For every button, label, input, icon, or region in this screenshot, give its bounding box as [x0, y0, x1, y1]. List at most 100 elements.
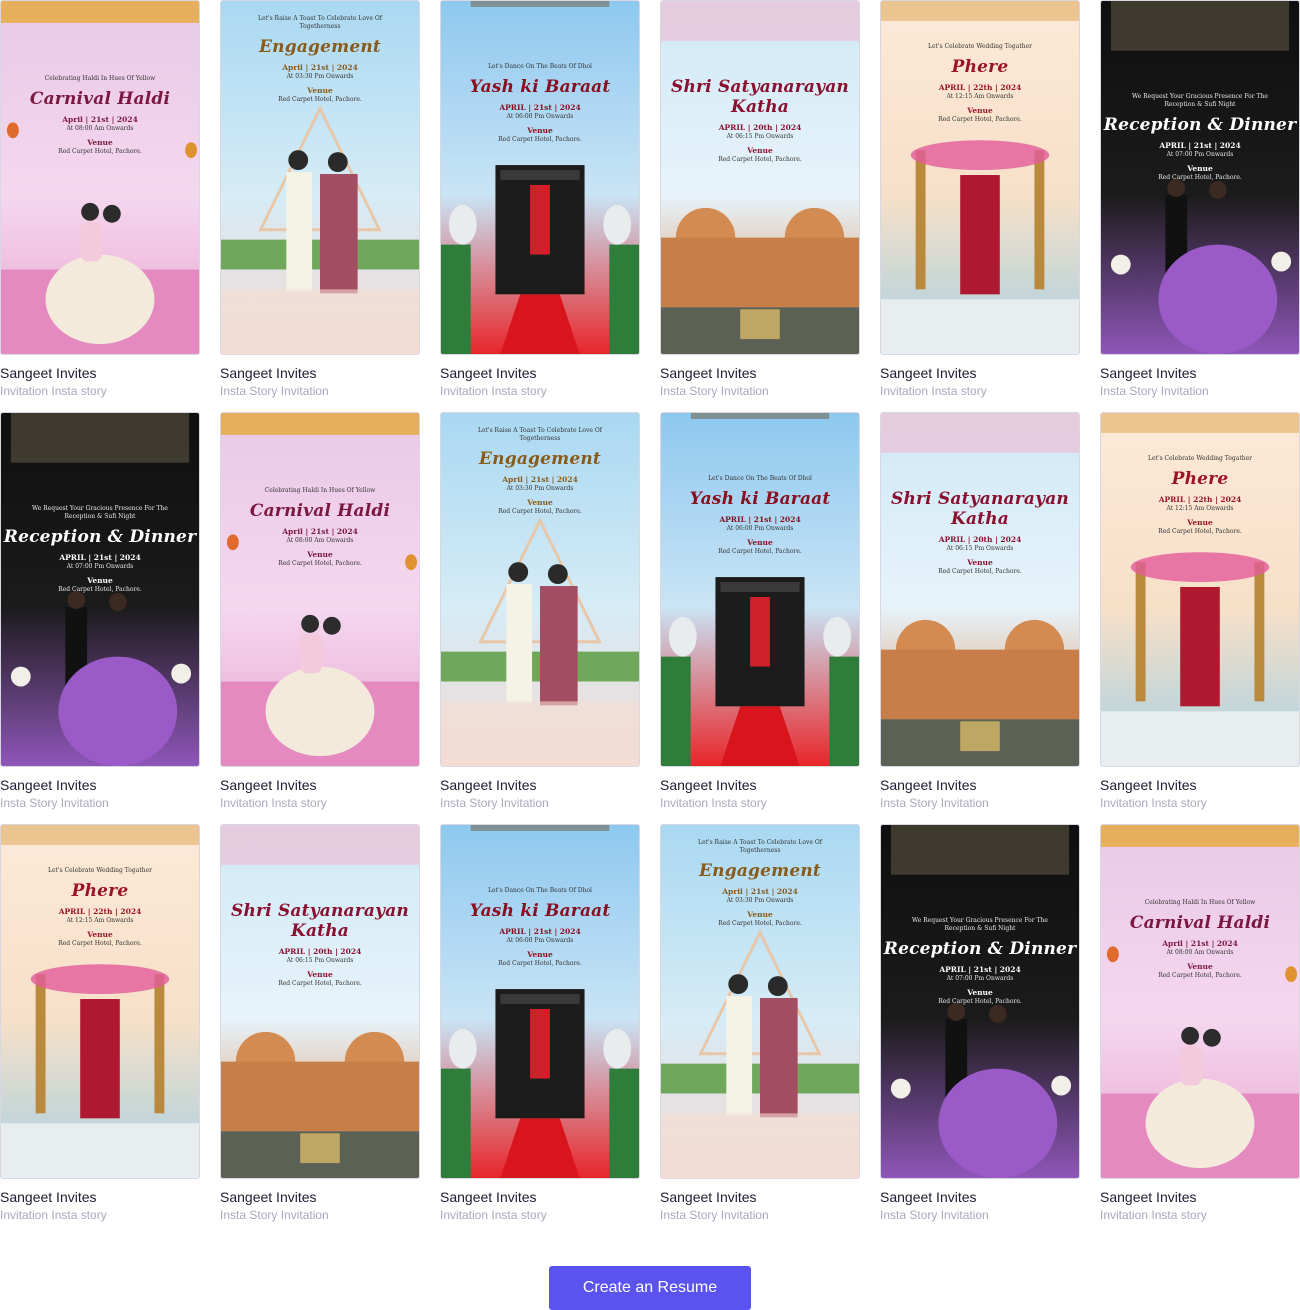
template-card[interactable]: Let's Celebrate Wedding Togather Phere A…: [0, 824, 200, 1222]
template-card[interactable]: Celebrating Haldi In Hues Of Yellow Carn…: [0, 0, 200, 398]
template-card[interactable]: Celebrating Haldi In Hues Of Yellow Carn…: [1100, 824, 1300, 1222]
invitation-time: At 12:15 Am Onwards: [66, 917, 134, 924]
card-title[interactable]: Sangeet Invites: [880, 777, 1080, 793]
invitation-date: April | 21st | 2024: [282, 63, 358, 72]
card-title[interactable]: Sangeet Invites: [1100, 777, 1300, 793]
card-title[interactable]: Sangeet Invites: [220, 1189, 420, 1205]
invitation-address: Red Carpet Hotel, Pachore.: [1158, 174, 1242, 181]
invitation-title: Yash ki Baraat: [689, 489, 831, 509]
invitation-text: We Request Your Gracious Presence For Th…: [881, 917, 1079, 1005]
invitation-text: We Request Your Gracious Presence For Th…: [1, 505, 199, 593]
invitation-time: At 03:30 Pm Onwards: [506, 485, 574, 492]
template-card[interactable]: Shri Satyanarayan Katha APRIL | 20th | 2…: [220, 824, 420, 1222]
card-subtitle: Invitation Insta story: [660, 796, 767, 810]
invitation-text: Let's Celebrate Wedding Togather Phere A…: [1101, 455, 1299, 535]
template-thumbnail[interactable]: Let's Celebrate Wedding Togather Phere A…: [880, 0, 1080, 355]
template-thumbnail[interactable]: Shri Satyanarayan Katha APRIL | 20th | 2…: [660, 0, 860, 355]
template-card[interactable]: Let's Dance On The Beats Of Dhol Yash ki…: [440, 824, 640, 1222]
card-subtitle: Invitation Insta story: [1100, 1208, 1207, 1222]
card-subtitle: Invitation Insta story: [1100, 796, 1207, 810]
invitation-address: Red Carpet Hotel, Pachore.: [718, 548, 802, 555]
card-title[interactable]: Sangeet Invites: [880, 1189, 1080, 1205]
invitation-intro: We Request Your Gracious Presence For Th…: [912, 917, 1048, 932]
invitation-date: April | 21st | 2024: [282, 527, 358, 536]
invitation-address: Red Carpet Hotel, Pachore.: [498, 136, 582, 143]
template-card[interactable]: Let's Celebrate Wedding Togather Phere A…: [880, 0, 1080, 398]
invitation-time: At 06:15 Pm Onwards: [946, 545, 1014, 552]
template-card[interactable]: We Request Your Gracious Presence For Th…: [880, 824, 1080, 1222]
template-card[interactable]: Let's Dance On The Beats Of Dhol Yash ki…: [440, 0, 640, 398]
card-title[interactable]: Sangeet Invites: [0, 777, 200, 793]
template-thumbnail[interactable]: Celebrating Haldi In Hues Of Yellow Carn…: [1100, 824, 1300, 1179]
card-title[interactable]: Sangeet Invites: [440, 365, 640, 381]
invitation-time: At 07:00 Pm Onwards: [66, 563, 134, 570]
invitation-venue-label: Venue: [967, 558, 993, 567]
template-card[interactable]: We Request Your Gracious Presence For Th…: [0, 412, 200, 810]
card-title[interactable]: Sangeet Invites: [1100, 365, 1300, 381]
invitation-text: Shri Satyanarayan Katha APRIL | 20th | 2…: [661, 71, 859, 163]
template-thumbnail[interactable]: Let's Dance On The Beats Of Dhol Yash ki…: [440, 824, 640, 1179]
template-card[interactable]: We Request Your Gracious Presence For Th…: [1100, 0, 1300, 398]
card-subtitle: Invitation Insta story: [0, 384, 107, 398]
card-title[interactable]: Sangeet Invites: [1100, 1189, 1300, 1205]
template-thumbnail[interactable]: We Request Your Gracious Presence For Th…: [0, 412, 200, 767]
invitation-venue-label: Venue: [307, 970, 333, 979]
card-title[interactable]: Sangeet Invites: [0, 365, 200, 381]
template-thumbnail[interactable]: We Request Your Gracious Presence For Th…: [1100, 0, 1300, 355]
invitation-address: Red Carpet Hotel, Pachore.: [718, 156, 802, 163]
invitation-date: APRIL | 21st | 2024: [59, 553, 141, 562]
card-title[interactable]: Sangeet Invites: [660, 1189, 860, 1205]
template-thumbnail[interactable]: Celebrating Haldi In Hues Of Yellow Carn…: [0, 0, 200, 355]
card-subtitle: Invitation Insta story: [220, 796, 327, 810]
card-title[interactable]: Sangeet Invites: [0, 1189, 200, 1205]
template-thumbnail[interactable]: Let's Dance On The Beats Of Dhol Yash ki…: [660, 412, 860, 767]
invitation-date: April | 21st | 2024: [502, 475, 578, 484]
invitation-venue-label: Venue: [307, 86, 333, 95]
template-card[interactable]: Shri Satyanarayan Katha APRIL | 20th | 2…: [660, 0, 860, 398]
template-thumbnail[interactable]: Shri Satyanarayan Katha APRIL | 20th | 2…: [880, 412, 1080, 767]
template-card[interactable]: Let's Dance On The Beats Of Dhol Yash ki…: [660, 412, 860, 810]
template-thumbnail[interactable]: Let's Celebrate Wedding Togather Phere A…: [1100, 412, 1300, 767]
invitation-address: Red Carpet Hotel, Pachore.: [938, 998, 1022, 1005]
card-title[interactable]: Sangeet Invites: [440, 777, 640, 793]
invitation-title: Engagement: [479, 449, 601, 469]
invitation-title: Phere: [1171, 469, 1229, 489]
invitation-title: Shri Satyanarayan Katha: [230, 901, 409, 941]
invitation-title: Shri Satyanarayan Katha: [890, 489, 1069, 529]
template-thumbnail[interactable]: Let's Dance On The Beats Of Dhol Yash ki…: [440, 0, 640, 355]
card-subtitle: Insta Story Invitation: [660, 384, 769, 398]
invitation-title: Reception & Dinner: [883, 939, 1077, 959]
invitation-intro: Let's Celebrate Wedding Togather: [927, 43, 1033, 50]
invitation-date: APRIL | 22th | 2024: [938, 83, 1022, 92]
card-title[interactable]: Sangeet Invites: [660, 365, 860, 381]
template-thumbnail[interactable]: We Request Your Gracious Presence For Th…: [880, 824, 1080, 1179]
invitation-time: At 06:00 Pm Onwards: [506, 113, 574, 120]
create-resume-button[interactable]: Create an Resume: [549, 1266, 751, 1310]
invitation-date: April | 21st | 2024: [1162, 939, 1238, 948]
invitation-intro: Let's Raise A Toast To Celebrate Love Of…: [697, 839, 823, 854]
template-thumbnail[interactable]: Let's Raise A Toast To Celebrate Love Of…: [660, 824, 860, 1179]
invitation-illustration: [441, 825, 639, 1178]
template-thumbnail[interactable]: Let's Raise A Toast To Celebrate Love Of…: [440, 412, 640, 767]
template-card[interactable]: Let's Celebrate Wedding Togather Phere A…: [1100, 412, 1300, 810]
invitation-venue-label: Venue: [307, 550, 333, 559]
template-card[interactable]: Let's Raise A Toast To Celebrate Love Of…: [660, 824, 860, 1222]
template-card[interactable]: Celebrating Haldi In Hues Of Yellow Carn…: [220, 412, 420, 810]
template-thumbnail[interactable]: Let's Celebrate Wedding Togather Phere A…: [0, 824, 200, 1179]
template-thumbnail[interactable]: Shri Satyanarayan Katha APRIL | 20th | 2…: [220, 824, 420, 1179]
template-card[interactable]: Let's Raise A Toast To Celebrate Love Of…: [440, 412, 640, 810]
template-thumbnail[interactable]: Let's Raise A Toast To Celebrate Love Of…: [220, 0, 420, 355]
template-card[interactable]: Let's Raise A Toast To Celebrate Love Of…: [220, 0, 420, 398]
template-thumbnail[interactable]: Celebrating Haldi In Hues Of Yellow Carn…: [220, 412, 420, 767]
card-title[interactable]: Sangeet Invites: [440, 1189, 640, 1205]
card-title[interactable]: Sangeet Invites: [880, 365, 1080, 381]
invitation-text: Celebrating Haldi In Hues Of Yellow Carn…: [1, 75, 199, 155]
invitation-time: At 06:15 Pm Onwards: [286, 957, 354, 964]
card-title[interactable]: Sangeet Invites: [220, 777, 420, 793]
card-title[interactable]: Sangeet Invites: [660, 777, 860, 793]
invitation-time: At 03:30 Pm Onwards: [726, 897, 794, 904]
invitation-intro: Celebrating Haldi In Hues Of Yellow: [44, 75, 156, 82]
template-card[interactable]: Shri Satyanarayan Katha APRIL | 20th | 2…: [880, 412, 1080, 810]
invitation-venue-label: Venue: [1187, 518, 1213, 527]
card-title[interactable]: Sangeet Invites: [220, 365, 420, 381]
